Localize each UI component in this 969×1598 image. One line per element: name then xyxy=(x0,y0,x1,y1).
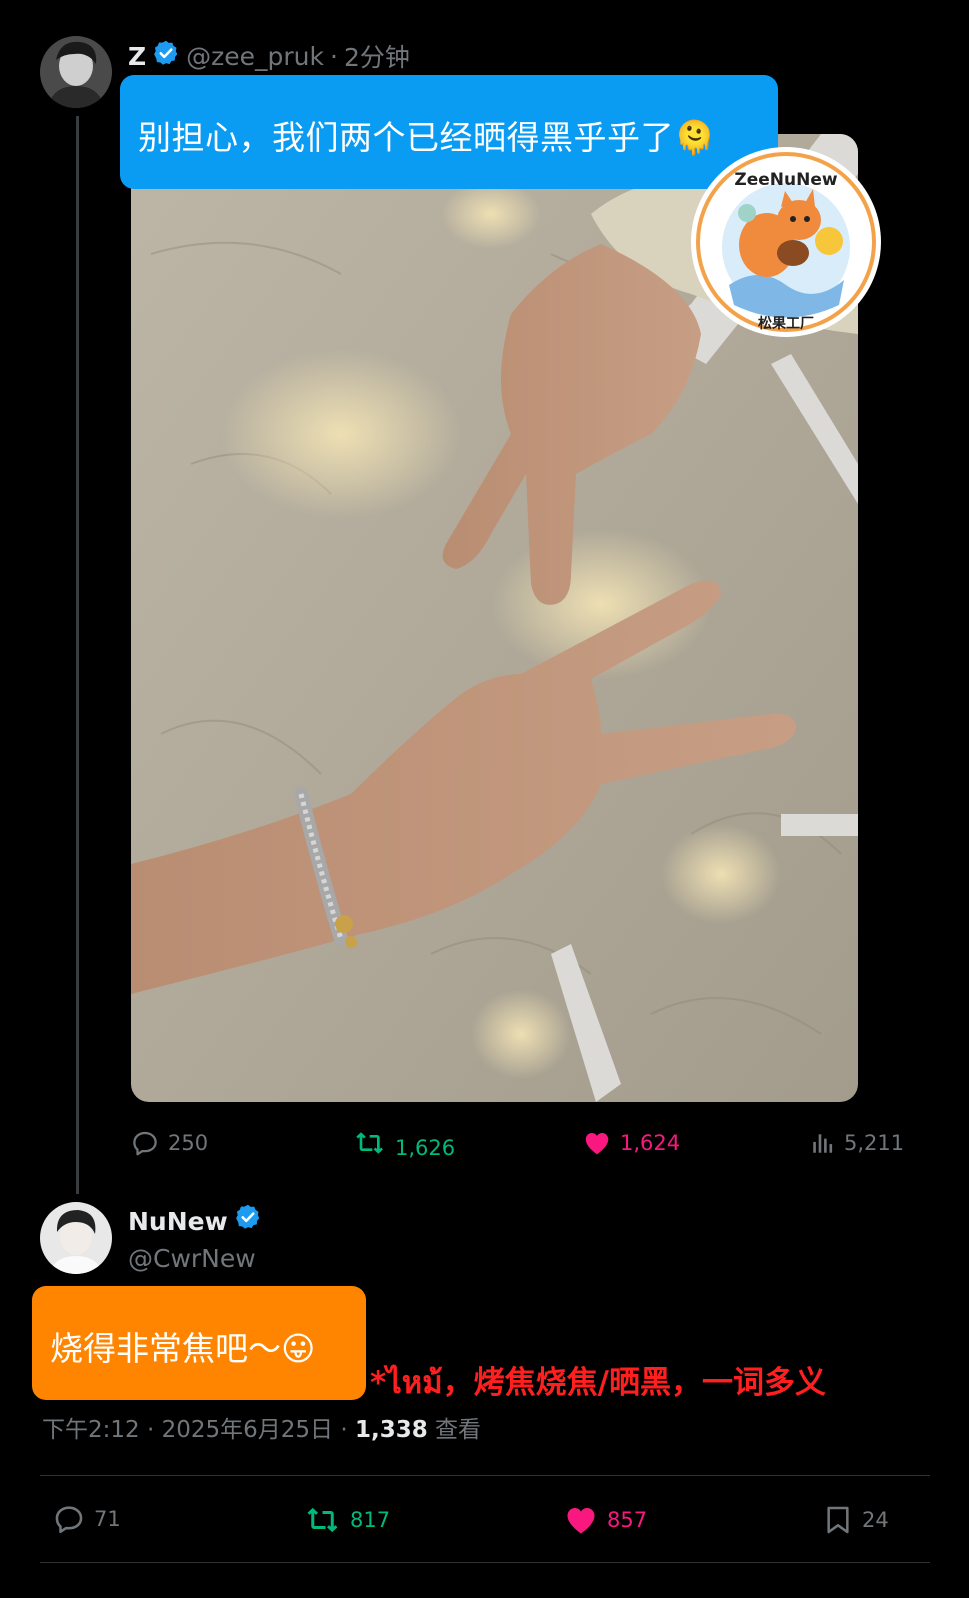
reply-bookmark-button[interactable]: 24 xyxy=(822,1502,889,1538)
like-icon xyxy=(582,1128,612,1158)
stamp-text-top: ZeeNuNew xyxy=(734,170,837,190)
reply-views-count: 1,338 xyxy=(354,1417,428,1443)
reply-reply-count: 71 xyxy=(94,1507,121,1531)
retweet-icon xyxy=(355,1127,387,1159)
reply-caption: 烧得非常焦吧～😛 xyxy=(50,1329,316,1368)
stamp-text-bottom: 松果工厂 xyxy=(758,315,814,332)
retweet-count: 1,626 xyxy=(395,1136,456,1160)
views-button[interactable]: 5,211 xyxy=(810,1130,904,1156)
reply-views-label: 查看 xyxy=(427,1417,482,1443)
caption-bubble-orange: 烧得非常焦吧～😛 xyxy=(32,1286,366,1400)
zeenunew-stamp-logo: ZeeNuNew 松果工厂 xyxy=(689,145,883,339)
author-handle[interactable]: @zee_pruk xyxy=(186,42,324,71)
time-ago[interactable]: 2分钟 xyxy=(344,38,410,74)
views-icon xyxy=(810,1130,836,1156)
tweet-header: Z @zee_pruk · 2分钟 xyxy=(128,38,410,74)
views-count: 5,211 xyxy=(844,1131,905,1155)
reply-timestamp[interactable]: 下午2:12 · 2025年6月25日 · xyxy=(42,1417,355,1443)
tweet-caption: 别担心，我们两个已经晒得黑乎乎了🫠 xyxy=(138,118,716,157)
bookmark-icon xyxy=(822,1502,854,1538)
avatar-zee[interactable] xyxy=(40,36,112,108)
reply-icon xyxy=(130,1128,160,1158)
reply-bookmark-count: 24 xyxy=(862,1508,889,1532)
reply-button[interactable]: 250 xyxy=(130,1128,208,1158)
like-button[interactable]: 1,624 xyxy=(582,1128,680,1158)
verified-icon xyxy=(152,39,180,73)
verified-icon xyxy=(234,1203,262,1241)
reply-retweet-count: 817 xyxy=(350,1508,391,1532)
reply-author-block: NuNew @CwrNew xyxy=(128,1203,262,1277)
reply-retweet-button[interactable]: 817 xyxy=(306,1502,390,1538)
divider-top xyxy=(40,1475,930,1476)
translator-note: *ไหม้，烤焦烧焦/晒黑，一词多义 xyxy=(370,1365,826,1401)
author-name[interactable]: Z xyxy=(128,42,146,71)
like-icon xyxy=(563,1502,599,1538)
thread-line xyxy=(76,116,79,1194)
reply-reply-button[interactable]: 71 xyxy=(52,1502,121,1536)
like-count: 1,624 xyxy=(620,1131,681,1155)
avatar-nunew[interactable] xyxy=(40,1202,112,1274)
retweet-icon xyxy=(306,1502,342,1538)
header-separator: · xyxy=(330,41,338,71)
divider-bottom xyxy=(40,1562,930,1563)
reply-timestamp-line: 下午2:12 · 2025年6月25日 · 1,338 查看 xyxy=(42,1410,481,1444)
reply-author-name[interactable]: NuNew xyxy=(128,1204,228,1240)
reply-like-count: 857 xyxy=(607,1508,648,1532)
retweet-button[interactable]: 1,626 xyxy=(355,1126,455,1160)
caption-bubble-blue: 别担心，我们两个已经晒得黑乎乎了🫠 xyxy=(120,75,778,189)
reply-like-button[interactable]: 857 xyxy=(563,1502,647,1538)
reply-icon xyxy=(52,1502,86,1536)
reply-count: 250 xyxy=(168,1131,209,1155)
reply-author-handle[interactable]: @CwrNew xyxy=(128,1241,262,1277)
